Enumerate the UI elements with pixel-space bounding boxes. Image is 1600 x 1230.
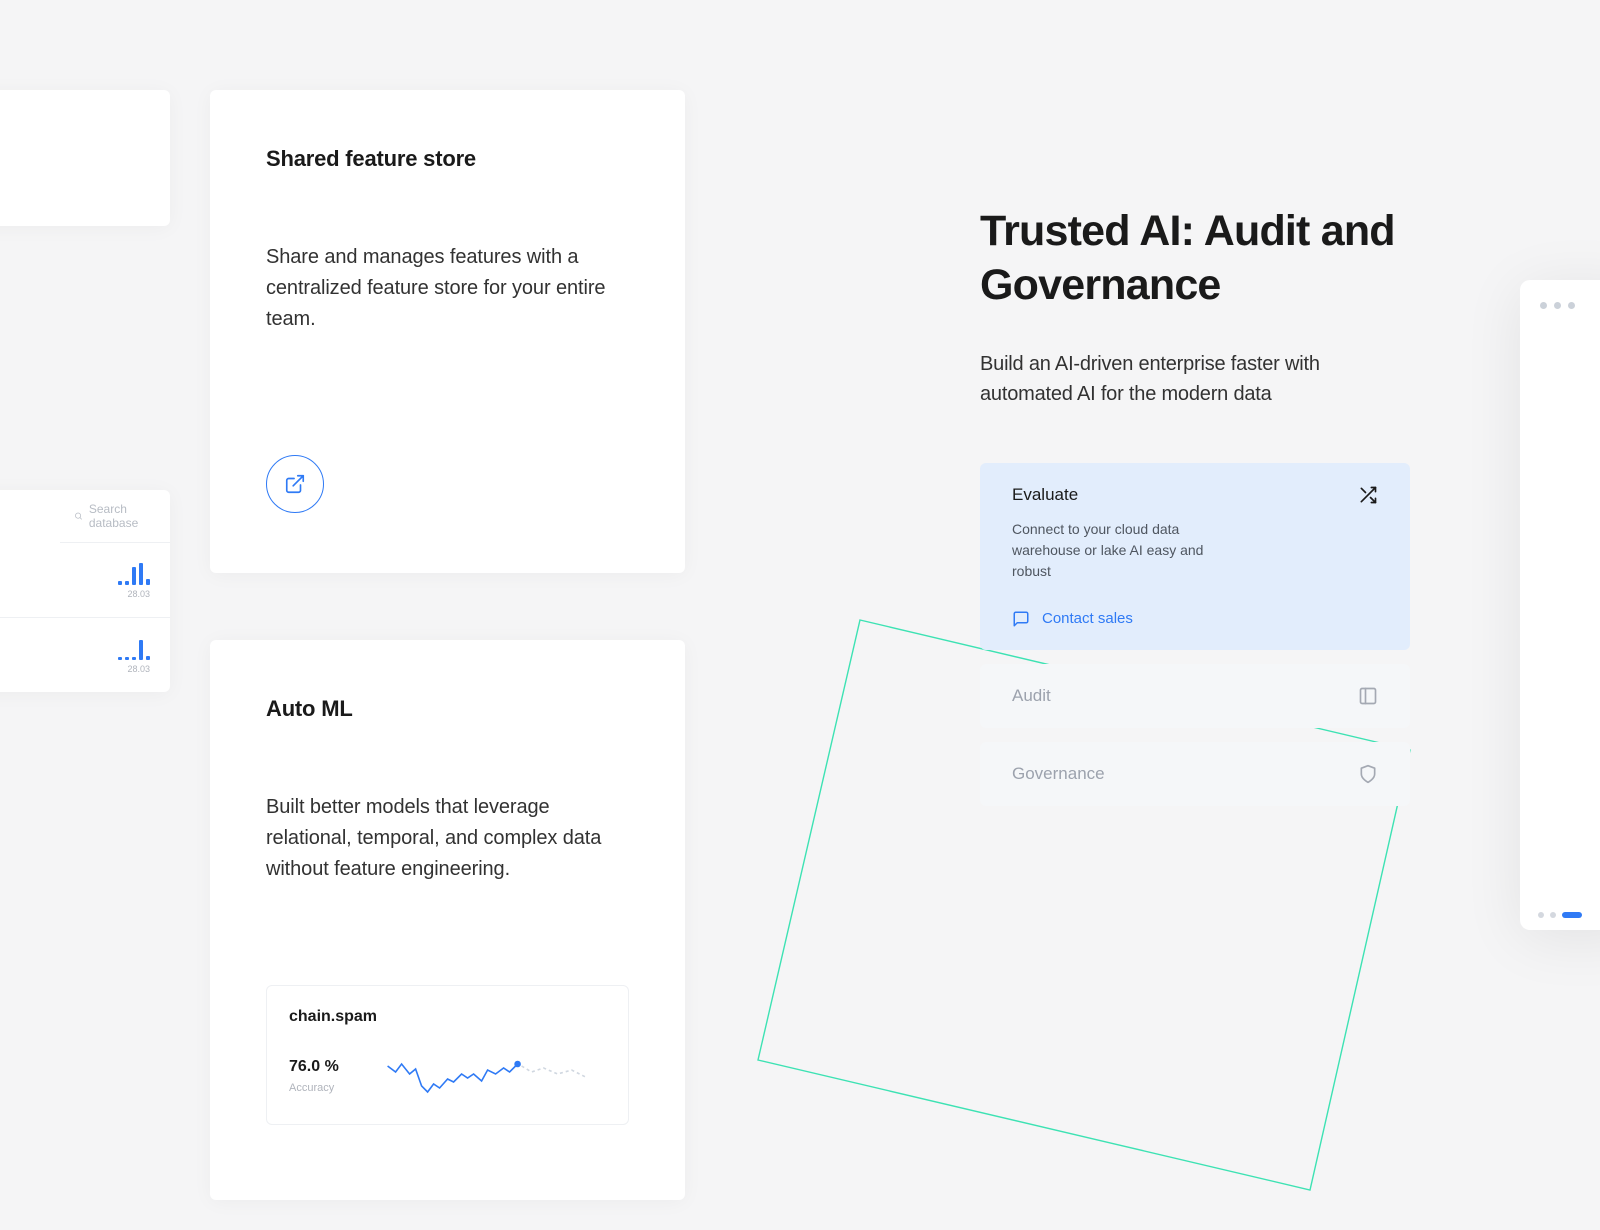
tab-label: Governance <box>1012 764 1105 784</box>
external-link-button[interactable] <box>266 455 324 513</box>
tab-audit[interactable]: Audit <box>980 664 1410 728</box>
mini-bar-chart <box>118 636 150 660</box>
section-trusted-ai: Trusted AI: Audit and Governance Build a… <box>980 205 1410 806</box>
metric-label: Accuracy <box>289 1082 339 1094</box>
chat-icon <box>1012 610 1030 628</box>
search-icon <box>74 510 83 522</box>
partial-title: clarative to-end <box>0 130 130 186</box>
panel-icon <box>1358 686 1378 706</box>
tab-description: Connect to your cloud data warehouse or … <box>1012 519 1242 582</box>
card-description: Share and manages features with a centra… <box>266 242 629 335</box>
metric-name: chain.spam <box>289 1008 606 1026</box>
search-input[interactable]: Search database <box>60 490 170 543</box>
browser-window-peek <box>1520 280 1600 930</box>
carousel-pager[interactable] <box>1538 912 1582 918</box>
sparkline-chart <box>369 1054 606 1098</box>
stat-date: 28.03 <box>127 664 150 674</box>
card-auto-ml: Auto ML Built better models that leverag… <box>210 640 685 1200</box>
section-subtitle: Build an AI-driven enterprise faster wit… <box>980 349 1410 409</box>
external-link-icon <box>284 473 306 495</box>
contact-sales-link[interactable]: Contact sales <box>1012 610 1133 628</box>
card-description: Built better models that leverage relati… <box>266 792 629 885</box>
card-title: Shared feature store <box>266 146 629 172</box>
partial-card-declarative: clarative to-end <box>0 90 170 226</box>
metric-panel: chain.spam 76.0 % Accuracy <box>266 985 629 1125</box>
tab-label: Audit <box>1012 686 1051 706</box>
stat-date: 28.03 <box>127 589 150 599</box>
section-title: Trusted AI: Audit and Governance <box>980 205 1410 313</box>
card-shared-feature-store: Shared feature store Share and manages f… <box>210 90 685 573</box>
search-placeholder: Search database <box>89 502 156 530</box>
shuffle-icon <box>1358 485 1378 505</box>
cta-text: Contact sales <box>1042 610 1133 627</box>
stat-row-predictions: 25.5 k Predictions 28.03 <box>0 543 170 618</box>
metric-value: 76.0 % <box>289 1058 339 1076</box>
card-title: Auto ML <box>266 696 629 722</box>
window-controls <box>1540 302 1575 309</box>
stats-card: Search database 25.5 k Predictions 28.03… <box>0 490 170 692</box>
stat-row-records: 343.5 k / day Records 28.03 <box>0 618 170 692</box>
mini-bar-chart <box>118 561 150 585</box>
tab-evaluate[interactable]: Evaluate Connect to your cloud data ware… <box>980 463 1410 650</box>
tab-label: Evaluate <box>1012 485 1078 505</box>
shield-icon <box>1358 764 1378 784</box>
tabs-list: Evaluate Connect to your cloud data ware… <box>980 463 1410 806</box>
tab-governance[interactable]: Governance <box>980 742 1410 806</box>
